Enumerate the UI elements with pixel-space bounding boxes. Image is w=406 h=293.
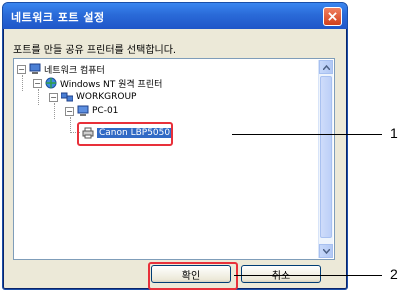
- tree-item-windows-nt-printers[interactable]: − Windows NT 원격 프린터: [33, 76, 162, 90]
- printer-highlight-frame: [77, 122, 173, 146]
- tree-item-label: Windows NT 원격 프린터: [60, 79, 163, 90]
- collapse-toggle[interactable]: −: [65, 106, 74, 116]
- tree-item-network-computer[interactable]: − 네트워크 컴퓨터: [17, 62, 105, 76]
- tree-item-workgroup[interactable]: − WORKGROUP: [49, 90, 136, 104]
- title-bar: 네트워크 포트 설정: [3, 3, 347, 29]
- collapse-toggle[interactable]: −: [33, 78, 42, 88]
- workgroup-icon: [61, 92, 73, 102]
- callout-line-1: [232, 134, 382, 135]
- network-port-dialog: 네트워크 포트 설정 포트를 만들 공유 프린터를 선택합니다. − 네트워크 …: [2, 2, 348, 290]
- callout-line-2: [234, 275, 382, 276]
- scroll-down-button[interactable]: [319, 244, 333, 258]
- network-computer-icon: [29, 63, 41, 74]
- chevron-down-icon: [322, 248, 330, 254]
- chevron-up-icon: [322, 64, 330, 70]
- collapse-toggle[interactable]: −: [49, 92, 58, 102]
- globe-icon: [45, 77, 57, 89]
- callout-number-1: 1: [390, 125, 398, 141]
- tree-item-label: 네트워크 컴퓨터: [44, 65, 105, 76]
- tree-item-label: WORKGROUP: [76, 92, 137, 102]
- collapse-toggle[interactable]: −: [17, 64, 26, 74]
- computer-icon: [77, 105, 89, 116]
- tree-item-label: PC-01: [92, 106, 119, 116]
- close-icon: [328, 12, 337, 21]
- vertical-scrollbar[interactable]: [318, 60, 333, 258]
- scroll-thumb[interactable]: [320, 76, 332, 238]
- cancel-button[interactable]: 취소: [241, 265, 321, 283]
- callout-number-2: 2: [390, 266, 398, 282]
- close-button[interactable]: [323, 7, 342, 26]
- printer-tree[interactable]: − 네트워크 컴퓨터 − Windows NT 원격 프린터 − WORKGRO…: [13, 58, 335, 260]
- instruction-text: 포트를 만들 공유 프린터를 선택합니다.: [13, 45, 177, 56]
- dialog-title: 네트워크 포트 설정: [11, 11, 105, 24]
- tree-item-pc-01[interactable]: − PC-01: [65, 104, 118, 118]
- ok-button-highlight-frame: [148, 262, 238, 290]
- scroll-up-button[interactable]: [319, 60, 333, 74]
